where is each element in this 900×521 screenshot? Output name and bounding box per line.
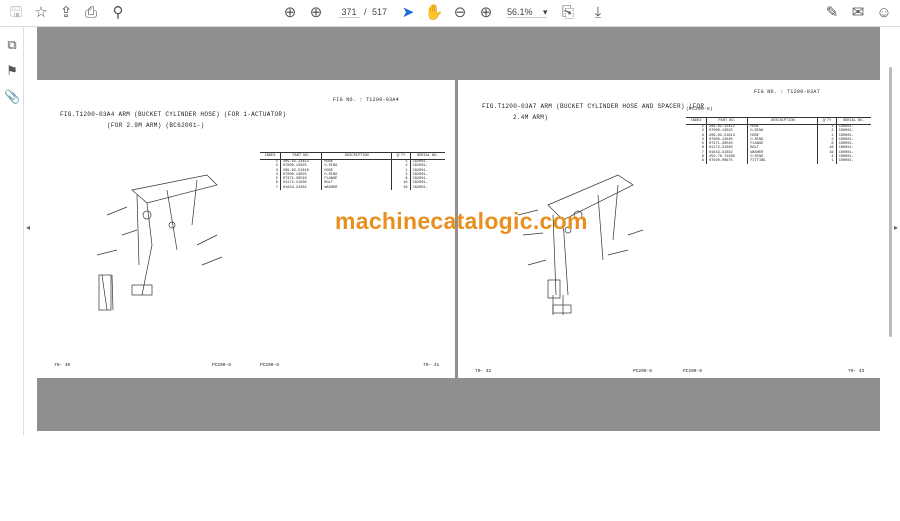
description-cell: WASHER	[321, 185, 392, 191]
chevron-down-icon[interactable]: ▾	[543, 7, 548, 18]
zoom-out-icon[interactable]: ⊖	[450, 4, 470, 22]
vertical-scrollbar[interactable]	[889, 67, 892, 337]
exploded-diagram	[96, 174, 223, 311]
parts-table: INDEX PART NO. DESCRIPTION Q'TY SERIAL NO. 1…	[260, 152, 445, 191]
page-number-input[interactable]: 371	[338, 7, 360, 18]
select-cursor-icon[interactable]: ➤	[398, 4, 418, 22]
col-index: INDEX	[686, 117, 707, 125]
serial-cell: C60001-	[835, 159, 871, 164]
table-row: 7 01643-31032 WASHER 16 C62001-	[260, 185, 445, 191]
expand-right-arrow[interactable]: ▸	[894, 223, 898, 232]
col-part-no: PART NO.	[705, 117, 748, 125]
model-left: PC200-8	[633, 369, 652, 374]
collapse-left-arrow[interactable]: ◂	[26, 223, 34, 521]
model-label: (PC200-8)	[686, 107, 714, 112]
part-no-cell: 01643-31032	[279, 185, 322, 191]
parts-table: INDEX PART NO. DESCRIPTION Q'TY SERIAL NO. 1…	[686, 117, 871, 164]
col-serial: SERIAL NO.	[835, 117, 871, 125]
col-description: DESCRIPTION	[321, 152, 392, 160]
figure-number: FIG NO. : T1200-03A7	[754, 89, 821, 95]
exploded-diagram	[517, 174, 644, 315]
figure-number: FIG NO. : T1200-03A4	[333, 97, 400, 103]
zoom-level-select[interactable]: 56.1%	[507, 7, 547, 18]
save-icon[interactable]: 🖫	[6, 4, 26, 22]
left-sidebar: ⧉ ⚑ 📎	[0, 27, 24, 435]
attachment-icon[interactable]: 📎	[4, 89, 20, 105]
bookmark-star-icon[interactable]: ☆	[31, 4, 51, 22]
bookmark-icon[interactable]: ⚑	[4, 63, 20, 79]
part-no-cell: 07020-00675	[705, 159, 748, 164]
model-right: PC200-8	[683, 369, 702, 374]
figure-title: FIG.T1200-03A7 ARM (BUCKET CYLINDER HOSE…	[482, 103, 705, 110]
page-number-right: 70- 41	[423, 363, 440, 368]
figure-title: FIG.T1200-03A4 ARM (BUCKET CYLINDER HOSE…	[60, 111, 287, 118]
upload-cloud-icon[interactable]: ⇪	[56, 4, 76, 22]
col-index: INDEX	[260, 152, 281, 160]
col-qty: Q'TY	[391, 152, 411, 160]
page-number-left: 70- 40	[54, 363, 71, 368]
print-icon[interactable]: ⎙	[81, 4, 101, 22]
watermark: machinecatalogic.com	[335, 208, 588, 234]
page-number-left: 70- 42	[475, 369, 492, 374]
search-icon[interactable]: ⚲	[108, 4, 128, 22]
qty-cell: 16	[391, 185, 411, 191]
account-icon[interactable]: ☺	[874, 4, 894, 22]
col-part-no: PART NO.	[279, 152, 322, 160]
mail-icon[interactable]: ✉	[848, 4, 868, 22]
index-cell: 7	[275, 185, 278, 190]
total-pages: 517	[372, 7, 388, 17]
description-cell: FITTING	[747, 159, 818, 164]
scroll-mode-icon[interactable]: ⤓	[588, 4, 608, 22]
index-cell: 9	[701, 159, 704, 164]
toolbar: 🖫 ☆ ⇪ ⎙ ⚲ ⊕ ⊕ 371 / 517 ➤ ✋ ⊖ ⊕ 56.1% ▾ …	[0, 0, 900, 27]
sign-icon[interactable]: ✎	[822, 4, 842, 22]
page-fit-icon[interactable]: ⎘	[558, 4, 578, 22]
col-description: DESCRIPTION	[747, 117, 818, 125]
model-right: PC200-8	[260, 363, 279, 368]
hand-tool-icon[interactable]: ✋	[424, 4, 444, 22]
zoom-in-icon[interactable]: ⊕	[476, 4, 496, 22]
pages-icon[interactable]: ⧉	[4, 37, 20, 53]
table-row: 9 07020-00675 FITTING 1 C60001-	[686, 159, 871, 164]
prev-page-icon[interactable]: ⊕	[280, 4, 300, 22]
next-page-icon[interactable]: ⊕	[306, 4, 326, 22]
qty-cell: 1	[817, 159, 837, 164]
page-separator: /	[364, 7, 367, 17]
model-left: PC200-8	[212, 363, 231, 368]
serial-cell: C62001-	[409, 185, 445, 191]
col-serial: SERIAL NO.	[409, 152, 445, 160]
figure-subtitle: 2.4M ARM)	[513, 114, 549, 121]
col-qty: Q'TY	[817, 117, 837, 125]
page-number-right: 70- 43	[848, 369, 865, 374]
figure-subtitle: (FOR 2.9M ARM) (BC62001-)	[107, 122, 205, 129]
